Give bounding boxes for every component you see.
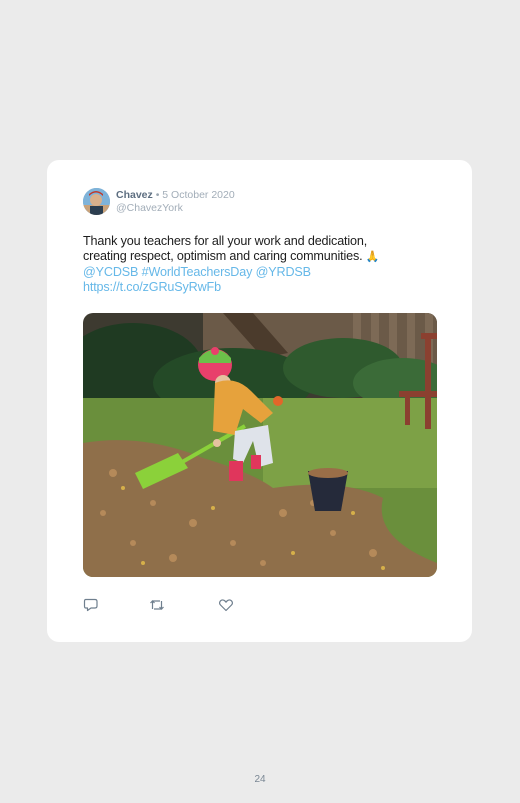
author-name[interactable]: Chavez [116, 189, 153, 201]
mention-link[interactable]: @YRDSB [256, 265, 311, 279]
mention-link[interactable]: @YCDSB [83, 265, 138, 279]
reply-icon[interactable] [83, 598, 99, 612]
tweet-card: Chavez • 5 October 2020 @ChavezYork Than… [47, 160, 472, 642]
author-handle[interactable]: @ChavezYork [116, 202, 235, 215]
page-number: 24 [254, 774, 266, 785]
tweet-text: Thank you teachers for all your work and… [83, 234, 423, 295]
folded-hands-emoji: 🙏 [365, 251, 380, 263]
tweet-actions [83, 598, 283, 612]
tweet-meta: Chavez • 5 October 2020 @ChavezYork [116, 189, 235, 215]
meta-separator: • [155, 189, 160, 201]
tweet-text-line: Thank you teachers for all your work and… [83, 234, 368, 248]
url-link[interactable]: https://t.co/zGRuSyRwFb [83, 280, 221, 294]
retweet-icon[interactable] [149, 598, 165, 612]
hashtag-link[interactable]: #WorldTeachersDay [142, 265, 253, 279]
tweet-photo[interactable] [83, 313, 437, 577]
avatar[interactable] [83, 188, 110, 215]
heart-icon[interactable] [218, 598, 234, 612]
tweet-text-line: creating respect, optimism and caring co… [83, 249, 363, 263]
tweet-date[interactable]: 5 October 2020 [162, 189, 234, 201]
